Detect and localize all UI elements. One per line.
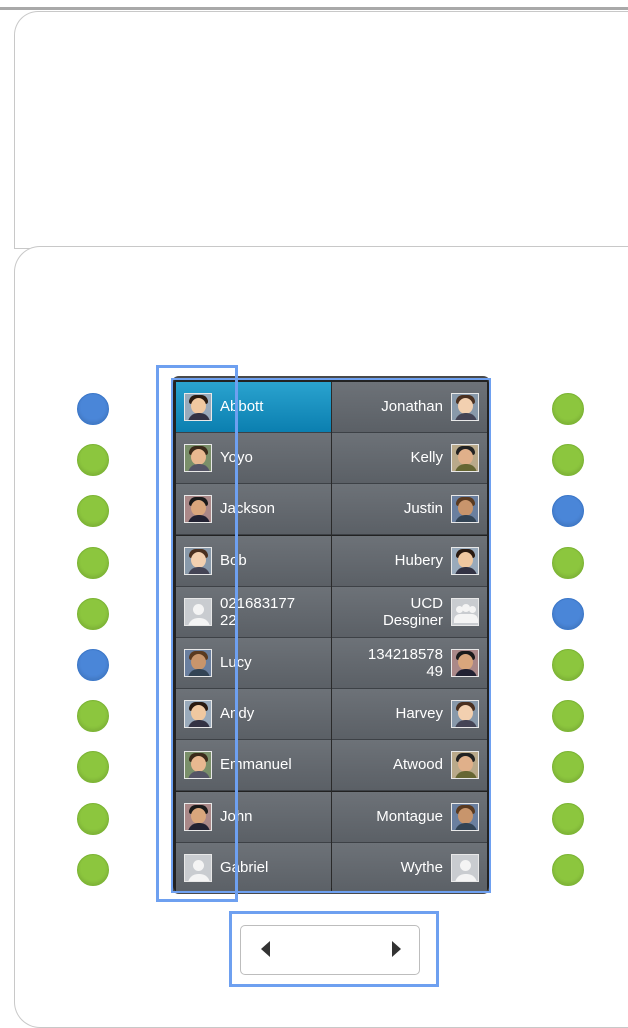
status-dot <box>552 853 584 886</box>
status-dot <box>552 802 584 835</box>
status-dot <box>77 700 109 733</box>
status-dot <box>77 546 109 579</box>
status-dot <box>552 597 584 630</box>
status-dot <box>77 649 109 681</box>
left-column-highlight-frame <box>156 365 238 902</box>
status-dot <box>77 393 109 425</box>
status-dot <box>552 546 584 579</box>
status-dot <box>77 802 109 835</box>
status-dot <box>552 700 584 733</box>
top-divider <box>0 7 628 10</box>
status-dot <box>552 444 584 477</box>
status-dot <box>77 853 109 886</box>
status-dot <box>77 444 109 477</box>
pager-highlight-frame <box>229 911 439 987</box>
status-dot <box>552 393 584 425</box>
status-dot <box>77 597 109 630</box>
status-dot <box>552 649 584 681</box>
top-panel <box>14 11 628 249</box>
